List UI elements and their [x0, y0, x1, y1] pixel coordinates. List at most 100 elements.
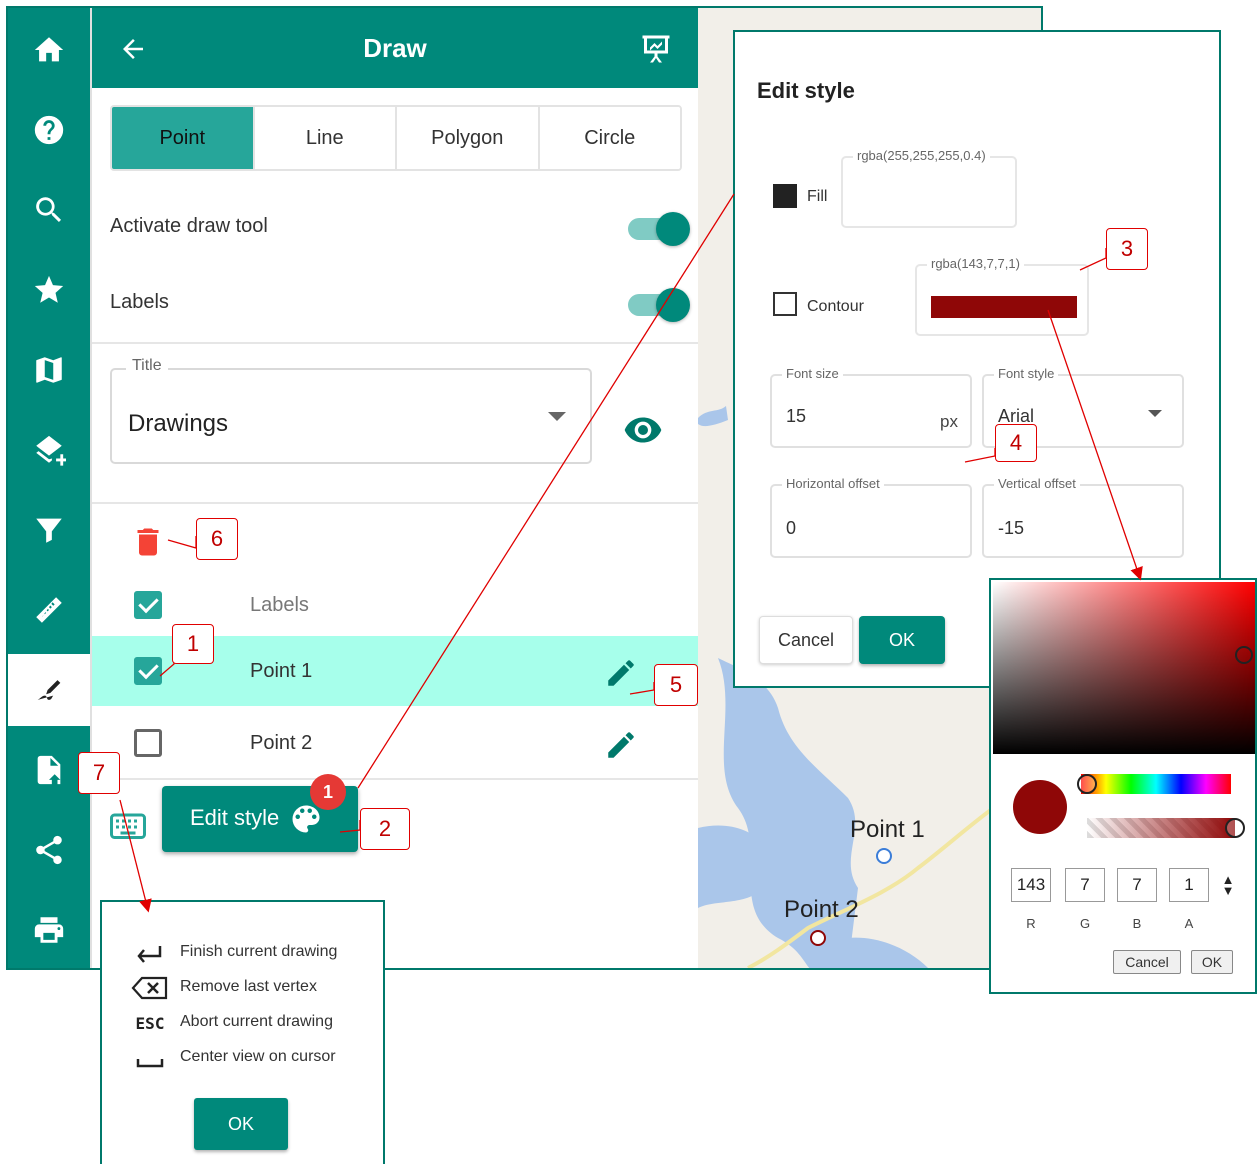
- list-item-label: Point 2: [250, 732, 313, 754]
- notification-badge: 1: [310, 774, 346, 810]
- color-picker: 143 7 7 1 ▲ ▼ R G B A Cancel OK: [989, 578, 1257, 994]
- spin-arrows-icon[interactable]: ▲ ▼: [1221, 873, 1235, 898]
- fill-color-field[interactable]: rgba(255,255,255,0.4): [841, 148, 1017, 228]
- dialog-title: Edit style: [757, 78, 855, 103]
- divider: [92, 342, 698, 344]
- vertical-offset-value: -15: [998, 518, 1025, 538]
- callout-6: 6: [196, 518, 238, 560]
- enter-icon: [137, 946, 162, 963]
- home-icon[interactable]: [8, 14, 90, 86]
- share-icon[interactable]: [8, 814, 90, 886]
- panel-header: Draw: [92, 8, 698, 88]
- cancel-button[interactable]: Cancel: [759, 616, 853, 664]
- green-input[interactable]: 7: [1065, 868, 1105, 902]
- red-label: R: [1026, 916, 1036, 931]
- side-rail: [8, 8, 90, 968]
- fill-color-value: rgba(255,255,255,0.4): [853, 148, 990, 163]
- ruler-icon[interactable]: [8, 574, 90, 646]
- title-field-value: Drawings: [128, 410, 229, 437]
- red-input[interactable]: 143: [1011, 868, 1051, 902]
- current-color-swatch: [1013, 780, 1067, 834]
- chevron-down-icon: [548, 412, 566, 421]
- callout-1: 1: [172, 624, 214, 664]
- picker-ok-button[interactable]: OK: [1191, 950, 1233, 974]
- fill-checkbox[interactable]: [773, 184, 797, 208]
- alpha-label: A: [1184, 916, 1194, 931]
- callout-4: 4: [995, 424, 1037, 462]
- green-label: G: [1079, 916, 1091, 931]
- vertical-offset-field[interactable]: Vertical offset -15: [982, 476, 1184, 558]
- panel-title: Draw: [363, 33, 427, 63]
- search-icon[interactable]: [8, 174, 90, 246]
- labels-checkbox[interactable]: [134, 591, 162, 619]
- star-icon[interactable]: [8, 254, 90, 326]
- contour-checkbox[interactable]: [773, 292, 797, 316]
- horizontal-offset-value: 0: [786, 518, 797, 538]
- point-2-checkbox[interactable]: [134, 729, 162, 757]
- activate-draw-tool-row: Activate draw tool: [110, 206, 690, 246]
- chevron-down-icon: [1148, 410, 1162, 417]
- fill-label: Fill: [807, 188, 828, 205]
- shortcut-text: Center view on cursor: [180, 1048, 336, 1065]
- labels-toggle[interactable]: [628, 288, 690, 322]
- alpha-handle[interactable]: [1225, 818, 1245, 838]
- edit-pencil-icon[interactable]: [604, 728, 638, 762]
- map-label-point-1: Point 1: [850, 816, 925, 843]
- font-size-field[interactable]: Font size 15 px: [770, 366, 972, 448]
- add-layer-icon[interactable]: [8, 414, 90, 486]
- alpha-input[interactable]: 1: [1169, 868, 1209, 902]
- contour-color-value: rgba(143,7,7,1): [927, 256, 1024, 271]
- divider: [92, 502, 698, 504]
- title-select[interactable]: Title Drawings: [110, 357, 592, 464]
- blue-input[interactable]: 7: [1117, 868, 1157, 902]
- tab-point[interactable]: Point: [112, 107, 253, 169]
- draw-icon[interactable]: [8, 654, 90, 726]
- tab-circle[interactable]: Circle: [537, 107, 680, 169]
- trash-icon[interactable]: [130, 524, 166, 560]
- callout-7: 7: [78, 752, 120, 794]
- filter-icon[interactable]: [8, 494, 90, 566]
- map-icon[interactable]: [8, 334, 90, 406]
- point-1-checkbox[interactable]: [134, 657, 162, 685]
- contour-label: Contour: [807, 298, 864, 315]
- font-style-label: Font style: [994, 366, 1059, 381]
- font-size-value: 15: [786, 406, 807, 426]
- alpha-slider[interactable]: [1087, 818, 1235, 838]
- ok-button[interactable]: OK: [859, 616, 945, 664]
- horizontal-offset-field[interactable]: Horizontal offset 0: [770, 476, 972, 558]
- keyboard-shortcuts-popup: Finish current drawing Remove last verte…: [100, 900, 385, 1164]
- keyboard-icon[interactable]: [110, 812, 146, 842]
- callout-3: 3: [1106, 228, 1148, 270]
- tab-polygon[interactable]: Polygon: [395, 107, 538, 169]
- shortcuts-ok-button[interactable]: OK: [194, 1098, 288, 1150]
- edit-pencil-icon[interactable]: [604, 656, 638, 690]
- contour-color-field[interactable]: rgba(143,7,7,1): [915, 256, 1089, 336]
- hue-slider[interactable]: [1081, 774, 1231, 794]
- list-item[interactable]: Point 2: [92, 708, 698, 778]
- activate-draw-tool-toggle[interactable]: [628, 212, 690, 246]
- callout-2: 2: [360, 808, 410, 850]
- hue-handle[interactable]: [1077, 774, 1097, 794]
- edit-style-label: Edit style: [190, 805, 280, 830]
- saturation-handle[interactable]: [1235, 646, 1253, 664]
- shortcut-text: Abort current drawing: [180, 1013, 333, 1030]
- esc-key-label: ESC: [135, 1013, 165, 1033]
- font-size-unit: px: [940, 412, 958, 431]
- activate-draw-tool-label: Activate draw tool: [110, 214, 268, 237]
- print-icon[interactable]: [8, 894, 90, 966]
- picker-cancel-button[interactable]: Cancel: [1113, 950, 1181, 974]
- presentation-icon[interactable]: [638, 30, 674, 68]
- backspace-icon: [131, 976, 168, 1000]
- help-icon[interactable]: [8, 94, 90, 166]
- tab-line[interactable]: Line: [252, 107, 395, 169]
- shortcut-row: Remove last vertex: [130, 975, 380, 1001]
- edit-style-button[interactable]: Edit style 1: [162, 774, 358, 852]
- font-size-label: Font size: [782, 366, 843, 381]
- title-field-label: Title: [126, 357, 168, 375]
- shortcut-row: ESC Abort current drawing: [130, 1010, 380, 1036]
- eye-icon[interactable]: [623, 410, 663, 450]
- labels-toggle-label: Labels: [110, 290, 169, 313]
- horizontal-offset-label: Horizontal offset: [782, 476, 884, 491]
- saturation-value-area[interactable]: [993, 582, 1255, 754]
- contour-color-swatch[interactable]: [931, 296, 1077, 318]
